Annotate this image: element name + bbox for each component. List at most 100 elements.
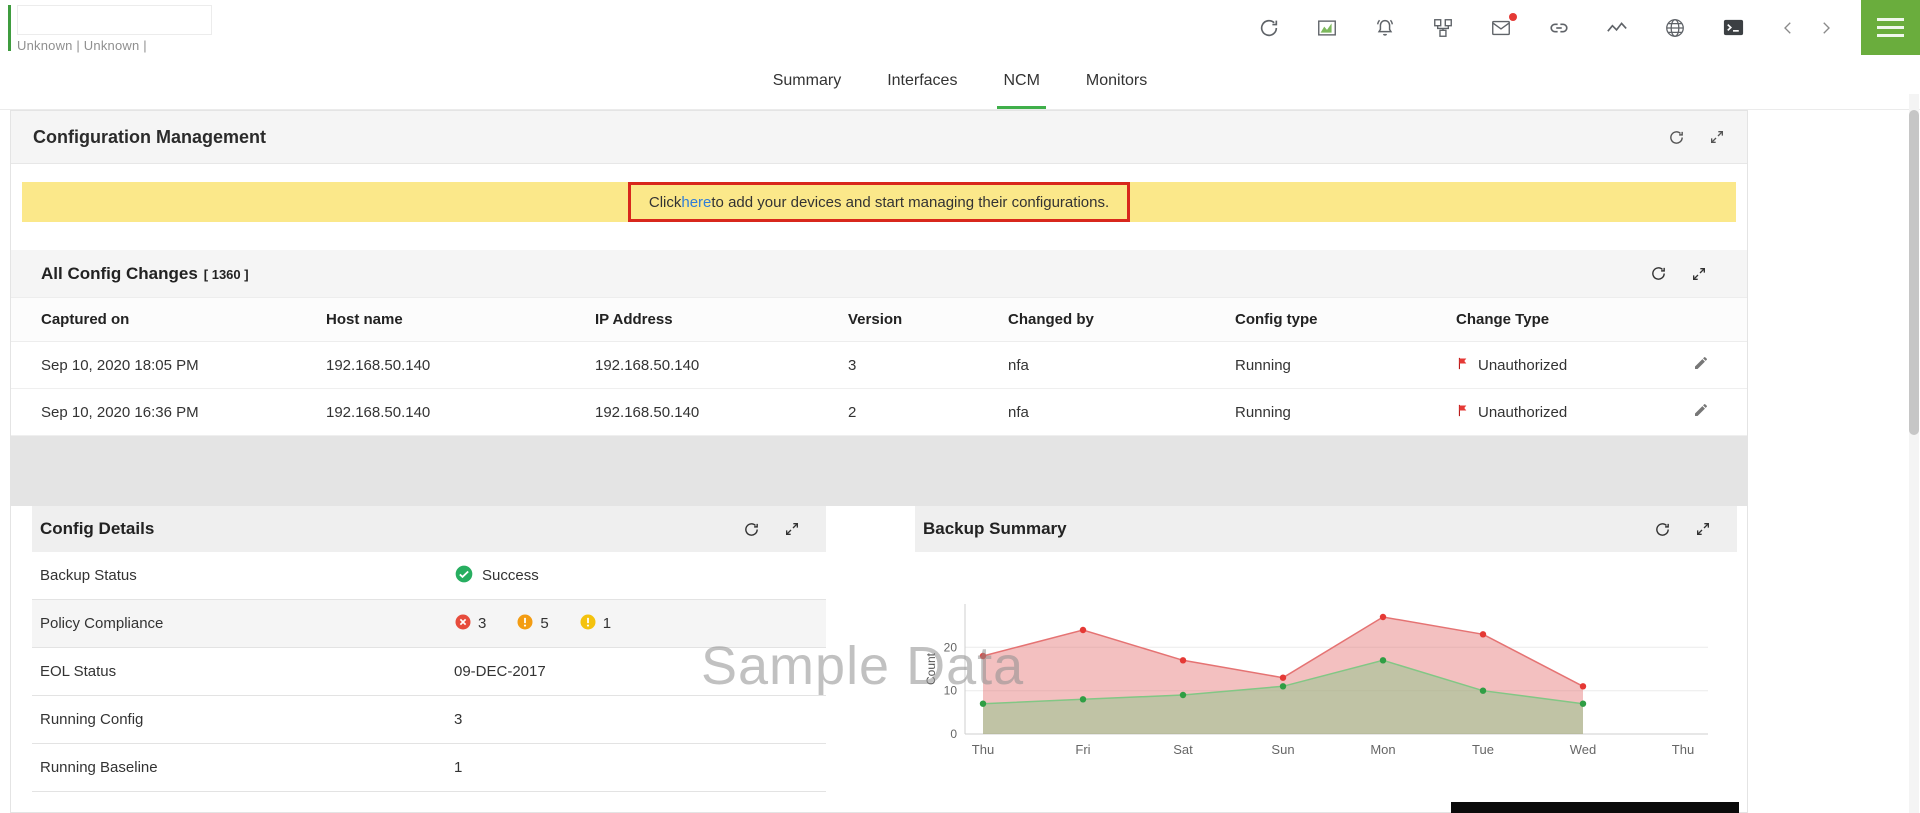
- running-baseline-row: Running Baseline 1: [32, 744, 826, 792]
- major-count: 5: [540, 615, 549, 632]
- running-config-row: Running Config 3: [32, 696, 826, 744]
- edit-icon[interactable]: [1693, 357, 1709, 375]
- critical-icon: [454, 613, 472, 635]
- all-config-changes-title: All Config Changes[ 1360 ]: [41, 263, 249, 283]
- cell-host-name: 192.168.50.140: [318, 341, 587, 389]
- running-config-label: Running Config: [40, 711, 144, 728]
- svg-text:20: 20: [944, 640, 958, 654]
- topology-icon[interactable]: [1431, 16, 1455, 40]
- page-scrollbar: [1909, 94, 1919, 813]
- link-icon[interactable]: [1547, 16, 1571, 40]
- configuration-management-header: Configuration Management: [11, 111, 1747, 164]
- eol-status-value: 09-DEC-2017: [454, 663, 546, 680]
- svg-text:Wed: Wed: [1570, 742, 1597, 757]
- backup-status-value: Success: [482, 567, 539, 584]
- cell-captured-on: Sep 10, 2020 16:36 PM: [11, 388, 318, 436]
- cell-captured-on: Sep 10, 2020 18:05 PM: [11, 341, 318, 389]
- cell-config-type: Running: [1227, 388, 1448, 436]
- col-version: Version: [840, 298, 1000, 342]
- svg-text:Tue: Tue: [1472, 742, 1494, 757]
- refresh-icon[interactable]: [1257, 16, 1281, 40]
- flag-icon: [1456, 356, 1471, 375]
- major-icon: [516, 613, 534, 635]
- accent-bar: [8, 5, 11, 51]
- expand-icon[interactable]: [1691, 266, 1707, 282]
- svg-text:10: 10: [944, 684, 958, 698]
- eol-status-label: EOL Status: [40, 663, 117, 680]
- refresh-icon[interactable]: [1668, 129, 1685, 146]
- cell-ip-address: 192.168.50.140: [587, 341, 840, 389]
- policy-compliance-row: Policy Compliance 3 5 1: [32, 600, 826, 648]
- spacer: [11, 436, 1747, 506]
- all-config-changes-header: All Config Changes[ 1360 ]: [11, 250, 1747, 298]
- svg-text:Sun: Sun: [1271, 742, 1294, 757]
- col-ip-address: IP Address: [587, 298, 840, 342]
- col-changed-by: Changed by: [1000, 298, 1227, 342]
- banner-text-post: to add your devices and start managing t…: [711, 193, 1110, 211]
- device-status-label: Unknown | Unknown |: [17, 38, 147, 53]
- add-devices-banner: Click here to add your devices and start…: [22, 182, 1736, 222]
- page: Unknown | Unknown | Summary Interfaces N…: [0, 0, 1920, 813]
- cell-version: 2: [840, 388, 1000, 436]
- refresh-icon[interactable]: [743, 521, 760, 538]
- backup-summary-chart: Count 0 10 20 Thu Fri Sat Sun Mon Tue Wed Thu: [915, 552, 1737, 769]
- topbar: Unknown | Unknown |: [0, 0, 1920, 55]
- scrollbar-thumb[interactable]: [1909, 110, 1919, 435]
- chevron-left-icon[interactable]: [1779, 16, 1797, 40]
- performance-graph-icon[interactable]: [1315, 16, 1339, 40]
- chevron-right-icon[interactable]: [1817, 16, 1835, 40]
- svg-text:Mon: Mon: [1370, 742, 1395, 757]
- col-config-type: Config type: [1227, 298, 1448, 342]
- svg-text:0: 0: [950, 727, 957, 741]
- running-config-value: 3: [454, 711, 463, 728]
- critical-count: 3: [478, 615, 487, 632]
- globe-icon[interactable]: [1663, 16, 1687, 40]
- backup-status-row: Backup Status Success: [32, 552, 826, 600]
- col-change-type: Change Type: [1448, 298, 1662, 342]
- sparkline-icon[interactable]: [1605, 16, 1629, 40]
- bottom-black-strip: [1451, 802, 1739, 813]
- expand-icon[interactable]: [1709, 129, 1725, 145]
- tab-ncm[interactable]: NCM: [997, 55, 1046, 109]
- device-block: Unknown | Unknown |: [0, 2, 212, 53]
- mail-icon[interactable]: [1489, 12, 1517, 40]
- svg-text:Thu: Thu: [1672, 742, 1694, 757]
- refresh-icon[interactable]: [1654, 521, 1671, 538]
- config-details-widget: Config Details Backup Status Success Pol…: [32, 506, 826, 792]
- running-baseline-value: 1: [454, 759, 463, 776]
- menu-icon[interactable]: [1861, 0, 1920, 55]
- tab-interfaces[interactable]: Interfaces: [881, 55, 963, 109]
- cell-changed-by: nfa: [1000, 341, 1227, 389]
- svg-text:Count: Count: [924, 652, 938, 685]
- cell-version: 3: [840, 341, 1000, 389]
- minor-icon: [579, 613, 597, 635]
- col-host-name: Host name: [318, 298, 587, 342]
- edit-icon[interactable]: [1693, 404, 1709, 422]
- banner-text-pre: Click: [648, 193, 682, 211]
- policy-compliance-label: Policy Compliance: [40, 615, 164, 632]
- tab-summary[interactable]: Summary: [767, 55, 847, 109]
- page-title: Configuration Management: [33, 126, 266, 147]
- expand-icon[interactable]: [1695, 521, 1711, 537]
- table-header-row: Captured on Host name IP Address Version…: [11, 298, 1747, 342]
- tab-monitors[interactable]: Monitors: [1080, 55, 1153, 109]
- flag-icon: [1456, 403, 1471, 422]
- backup-summary-header: Backup Summary: [915, 506, 1737, 552]
- mail-notification-dot: [1509, 12, 1517, 21]
- config-changes-table: Captured on Host name IP Address Version…: [11, 298, 1747, 436]
- alarm-bell-icon[interactable]: [1373, 16, 1397, 40]
- terminal-icon[interactable]: [1721, 16, 1745, 40]
- success-check-icon: [454, 564, 474, 588]
- eol-status-row: EOL Status 09-DEC-2017: [32, 648, 826, 696]
- table-row: Sep 10, 2020 16:36 PM 192.168.50.140 192…: [11, 388, 1747, 436]
- svg-text:Fri: Fri: [1075, 742, 1090, 757]
- svg-text:Sat: Sat: [1173, 742, 1193, 757]
- expand-icon[interactable]: [784, 521, 800, 537]
- backup-summary-title: Backup Summary: [923, 519, 1067, 538]
- backup-summary-chart-svg: Count 0 10 20 Thu Fri Sat Sun Mon Tue Wed Thu: [924, 604, 1708, 757]
- add-devices-here-link[interactable]: here: [681, 194, 711, 211]
- refresh-icon[interactable]: [1650, 265, 1667, 282]
- device-name-input[interactable]: [17, 5, 212, 35]
- config-changes-count: [ 1360 ]: [203, 266, 249, 282]
- table-row: Sep 10, 2020 18:05 PM 192.168.50.140 192…: [11, 341, 1747, 389]
